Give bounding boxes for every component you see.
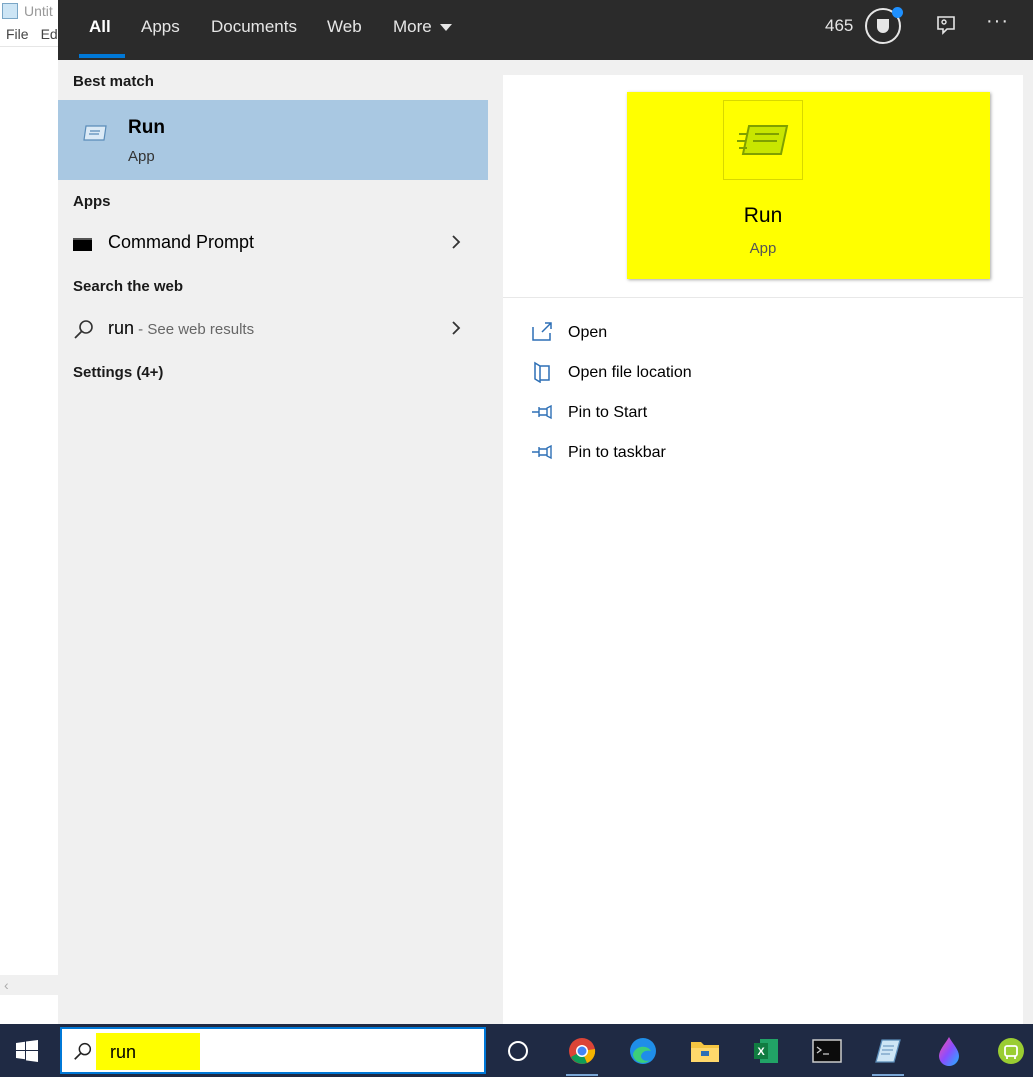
- chrome-icon: [569, 1038, 596, 1064]
- tab-more[interactable]: More: [393, 0, 452, 60]
- taskbar-excel[interactable]: X: [748, 1032, 784, 1070]
- active-indicator: [872, 1074, 904, 1076]
- cortana-button[interactable]: [500, 1032, 536, 1070]
- preview-pane: Run App Open Open file location Pin to S…: [503, 75, 1023, 1024]
- tab-web[interactable]: Web: [327, 0, 362, 60]
- notification-dot: [892, 7, 903, 18]
- search-icon: [74, 1042, 92, 1060]
- horizontal-scrollbar[interactable]: ‹: [0, 975, 58, 995]
- chevron-right-icon[interactable]: [448, 234, 464, 250]
- background-notepad-window[interactable]: Untit File Ed ‹: [0, 0, 58, 1024]
- active-indicator: [566, 1074, 598, 1076]
- taskbar-search-box[interactable]: [60, 1027, 486, 1074]
- action-open-file-location[interactable]: Open file location: [531, 361, 931, 393]
- apps-heading: Apps: [73, 193, 111, 210]
- notepad-titlebar: Untit: [0, 0, 58, 22]
- web-suffix: - See web results: [134, 321, 255, 338]
- action-pin-start-label: Pin to Start: [568, 404, 648, 421]
- taskbar: X: [0, 1024, 1033, 1077]
- tab-all[interactable]: All: [79, 0, 125, 60]
- trophy-icon[interactable]: [865, 7, 903, 44]
- best-match-heading: Best match: [73, 73, 154, 90]
- search-web-heading: Search the web: [73, 278, 184, 295]
- best-match-run[interactable]: Run App: [58, 100, 488, 180]
- results-list: Best match Run App Apps Command Prompt S…: [58, 60, 488, 1024]
- excel-icon: X: [754, 1039, 778, 1063]
- search-input[interactable]: [108, 1039, 412, 1065]
- taskbar-edge[interactable]: [625, 1032, 661, 1070]
- search-panel: All Apps Documents Web More 465 ··· Best…: [58, 0, 1033, 1024]
- search-tabs-bar: All Apps Documents Web More 465 ···: [58, 0, 1033, 60]
- action-file-location-label: Open file location: [568, 364, 692, 381]
- web-query: run: [108, 318, 135, 338]
- taskbar-terminal[interactable]: [809, 1032, 845, 1070]
- result-web-search[interactable]: run - See web results: [58, 309, 488, 349]
- best-match-subtitle: App: [128, 148, 155, 165]
- search-icon: [74, 320, 93, 339]
- preview-subtitle: App: [749, 240, 777, 257]
- chevron-right-icon[interactable]: [448, 320, 464, 336]
- result-command-prompt[interactable]: Command Prompt: [58, 223, 488, 263]
- android-icon: [998, 1038, 1024, 1064]
- pin-icon: [532, 444, 552, 460]
- scroll-left-arrow[interactable]: ‹: [4, 977, 9, 993]
- web-search-label: run - See web results: [108, 318, 254, 339]
- notepad-icon: [2, 3, 18, 19]
- pin-icon: [532, 404, 552, 420]
- preview-header: Run App: [503, 75, 1023, 298]
- run-icon: [83, 125, 107, 141]
- action-pin-to-start[interactable]: Pin to Start: [531, 401, 931, 433]
- svg-text:X: X: [757, 1046, 765, 1058]
- more-options-icon[interactable]: ···: [986, 10, 1009, 33]
- trophy-cup-shape: [877, 19, 889, 33]
- file-explorer-icon: [691, 1042, 719, 1062]
- run-glyph-icon: [737, 125, 789, 155]
- tab-documents[interactable]: Documents: [211, 0, 297, 60]
- preview-card: Run App: [627, 92, 990, 279]
- tab-more-label: More: [393, 17, 432, 36]
- taskbar-chrome[interactable]: [564, 1032, 600, 1076]
- taskbar-paint[interactable]: [931, 1032, 967, 1070]
- paint-drop-icon: [939, 1037, 959, 1066]
- rewards-points: 465: [825, 16, 854, 35]
- taskbar-android[interactable]: [993, 1032, 1029, 1070]
- action-pin-to-taskbar[interactable]: Pin to taskbar: [531, 441, 931, 473]
- run-large-icon: [723, 100, 803, 180]
- command-prompt-label: Command Prompt: [108, 232, 255, 252]
- terminal-icon: [812, 1039, 842, 1063]
- preview-title: Run: [743, 204, 783, 227]
- feedback-icon[interactable]: [934, 14, 958, 38]
- menu-edit[interactable]: Ed: [41, 26, 58, 46]
- settings-heading[interactable]: Settings (4+): [73, 364, 163, 381]
- notepad-icon: [875, 1039, 901, 1063]
- taskbar-notepad[interactable]: [870, 1032, 906, 1076]
- cortana-icon: [508, 1041, 528, 1061]
- file-location-icon: [534, 361, 550, 383]
- caret-down-icon: [439, 24, 452, 32]
- windows-start-icon[interactable]: [16, 1040, 38, 1062]
- open-icon: [532, 322, 552, 341]
- action-open-label: Open: [568, 324, 608, 341]
- action-pin-taskbar-label: Pin to taskbar: [568, 444, 666, 461]
- notepad-menubar: File Ed: [0, 26, 58, 47]
- command-prompt-icon: [73, 238, 92, 251]
- best-match-title: Run: [128, 117, 165, 138]
- menu-file[interactable]: File: [6, 26, 29, 46]
- tab-apps[interactable]: Apps: [141, 0, 180, 60]
- notepad-title: Untit: [24, 3, 53, 19]
- action-open[interactable]: Open: [531, 321, 931, 353]
- edge-icon: [630, 1038, 656, 1064]
- taskbar-file-explorer[interactable]: [687, 1032, 723, 1070]
